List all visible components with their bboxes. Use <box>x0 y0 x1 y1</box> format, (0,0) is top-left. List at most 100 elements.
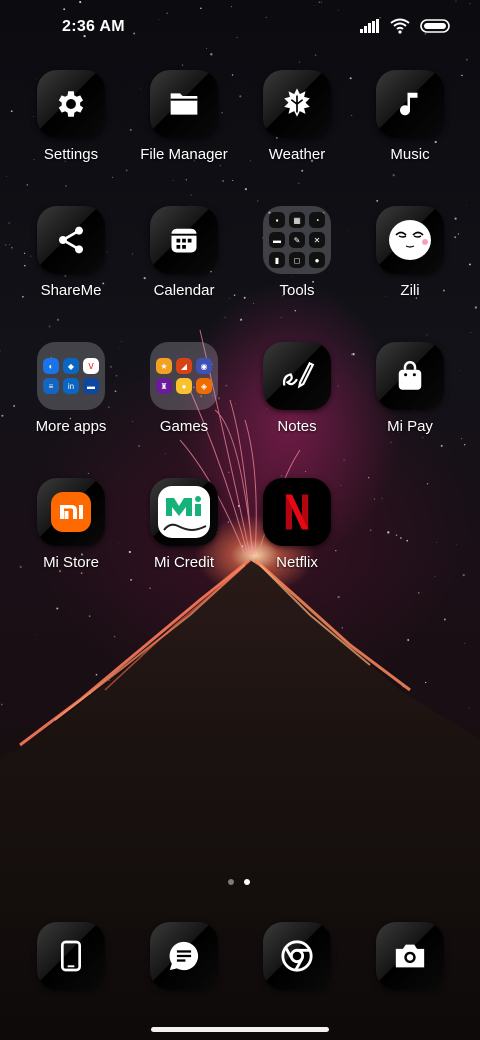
star <box>373 498 375 500</box>
weather-icon <box>284 88 310 117</box>
star <box>244 188 247 191</box>
dock-chrome[interactable] <box>241 920 353 1000</box>
app-mi-store[interactable]: Mi Store <box>15 476 127 586</box>
app-icon-tile[interactable] <box>37 478 105 546</box>
phone-icon <box>61 940 81 972</box>
star <box>468 263 471 266</box>
star <box>232 179 234 182</box>
app-zili[interactable]: Zili <box>354 204 466 314</box>
app-label: Notes <box>277 418 317 435</box>
star <box>81 708 83 711</box>
folder-label: Games <box>159 418 209 435</box>
folder-more-apps[interactable]: ◐ ◆ V ≡ in ▬ More apps <box>15 340 127 450</box>
mini-icon: ✎ <box>289 232 305 248</box>
app-icon-tile[interactable] <box>150 478 218 546</box>
star <box>215 621 217 623</box>
mini-icon: ◔ <box>309 212 325 228</box>
app-icon-tile[interactable] <box>376 342 444 410</box>
page-dot-active[interactable] <box>244 879 250 885</box>
star <box>228 471 230 474</box>
app-icon-tile[interactable] <box>263 922 331 990</box>
star <box>351 670 353 672</box>
dock-phone[interactable] <box>15 920 127 1000</box>
star <box>218 627 220 629</box>
app-mi-credit[interactable]: Mi Credit <box>128 476 240 586</box>
star <box>387 531 390 534</box>
app-icon-tile[interactable] <box>37 70 105 138</box>
battery-icon <box>420 19 450 33</box>
star <box>8 222 11 224</box>
app-label: Calendar <box>153 282 215 299</box>
app-icon-tile[interactable] <box>263 70 331 138</box>
app-icon-tile[interactable] <box>376 206 444 274</box>
dock-messages[interactable] <box>128 920 240 1000</box>
mini-icon: ✕ <box>309 232 325 248</box>
folder-tile[interactable]: ★ ◢ ◉ ♜ ● ◈ <box>150 342 218 410</box>
mini-icon: ◻ <box>289 252 305 268</box>
camera-icon <box>395 944 425 968</box>
app-notes[interactable]: Notes <box>241 340 353 450</box>
app-label: Mi Store <box>43 554 99 571</box>
page-dot[interactable] <box>228 879 234 885</box>
app-icon-tile[interactable] <box>150 922 218 990</box>
star <box>127 688 129 689</box>
folder-games[interactable]: ★ ◢ ◉ ♜ ● ◈ Games <box>128 340 240 450</box>
app-icon-tile[interactable] <box>150 206 218 274</box>
folder-tools[interactable]: ▪ ▦ ◔ ▬ ✎ ✕ ▮ ◻ ● Tools <box>241 204 353 314</box>
netflix-logo <box>285 494 309 530</box>
app-weather[interactable]: Weather <box>241 68 353 178</box>
app-icon-tile[interactable] <box>37 922 105 990</box>
mini-icon: ▮ <box>269 252 285 268</box>
star <box>369 529 372 532</box>
star <box>1 414 4 417</box>
folder-tile[interactable]: ▪ ▦ ◔ ▬ ✎ ✕ ▮ ◻ ● <box>263 206 331 274</box>
star <box>0 350 1 352</box>
app-label: Zili <box>400 282 420 299</box>
app-settings[interactable]: Settings <box>15 68 127 178</box>
app-file-manager[interactable]: File Manager <box>128 68 240 178</box>
app-mi-pay[interactable]: Mi Pay <box>354 340 466 450</box>
star <box>418 592 420 594</box>
pen-icon <box>282 361 315 389</box>
app-icon-tile[interactable] <box>376 922 444 990</box>
star <box>337 595 340 599</box>
star <box>470 332 472 333</box>
app-icon-tile[interactable] <box>150 70 218 138</box>
app-shareme[interactable]: ShareMe <box>15 204 127 314</box>
app-icon-tile[interactable] <box>376 70 444 138</box>
star <box>316 625 318 627</box>
mi-credit-logo <box>158 486 210 538</box>
star <box>48 325 51 328</box>
star <box>189 628 192 631</box>
star <box>36 634 38 635</box>
star <box>367 476 370 479</box>
star <box>434 576 436 577</box>
mini-icon: in <box>63 378 79 394</box>
app-music[interactable]: Music <box>354 68 466 178</box>
app-icon-tile[interactable] <box>37 206 105 274</box>
mini-icon: ♜ <box>156 378 172 394</box>
mi-store-logo <box>51 492 91 532</box>
star <box>165 453 166 455</box>
page-indicator <box>228 879 250 885</box>
star <box>399 537 402 539</box>
star <box>298 182 300 184</box>
star <box>224 316 226 319</box>
star <box>280 317 282 318</box>
mini-icon: ▬ <box>269 232 285 248</box>
app-icon-tile[interactable] <box>263 478 331 546</box>
star <box>185 179 187 181</box>
home-indicator-bar[interactable] <box>151 1027 329 1032</box>
folder-tile[interactable]: ◐ ◆ V ≡ in ▬ <box>37 342 105 410</box>
app-calendar[interactable]: Calendar <box>128 204 240 314</box>
mini-icon: V <box>83 358 99 374</box>
star <box>114 682 116 684</box>
star <box>190 194 192 196</box>
app-netflix[interactable]: Netflix <box>241 476 353 586</box>
star <box>240 318 243 321</box>
app-label: Settings <box>43 146 99 163</box>
dock-camera[interactable] <box>354 920 466 1000</box>
app-icon-tile[interactable] <box>263 342 331 410</box>
star <box>468 707 470 709</box>
mini-icon: ● <box>176 378 192 394</box>
